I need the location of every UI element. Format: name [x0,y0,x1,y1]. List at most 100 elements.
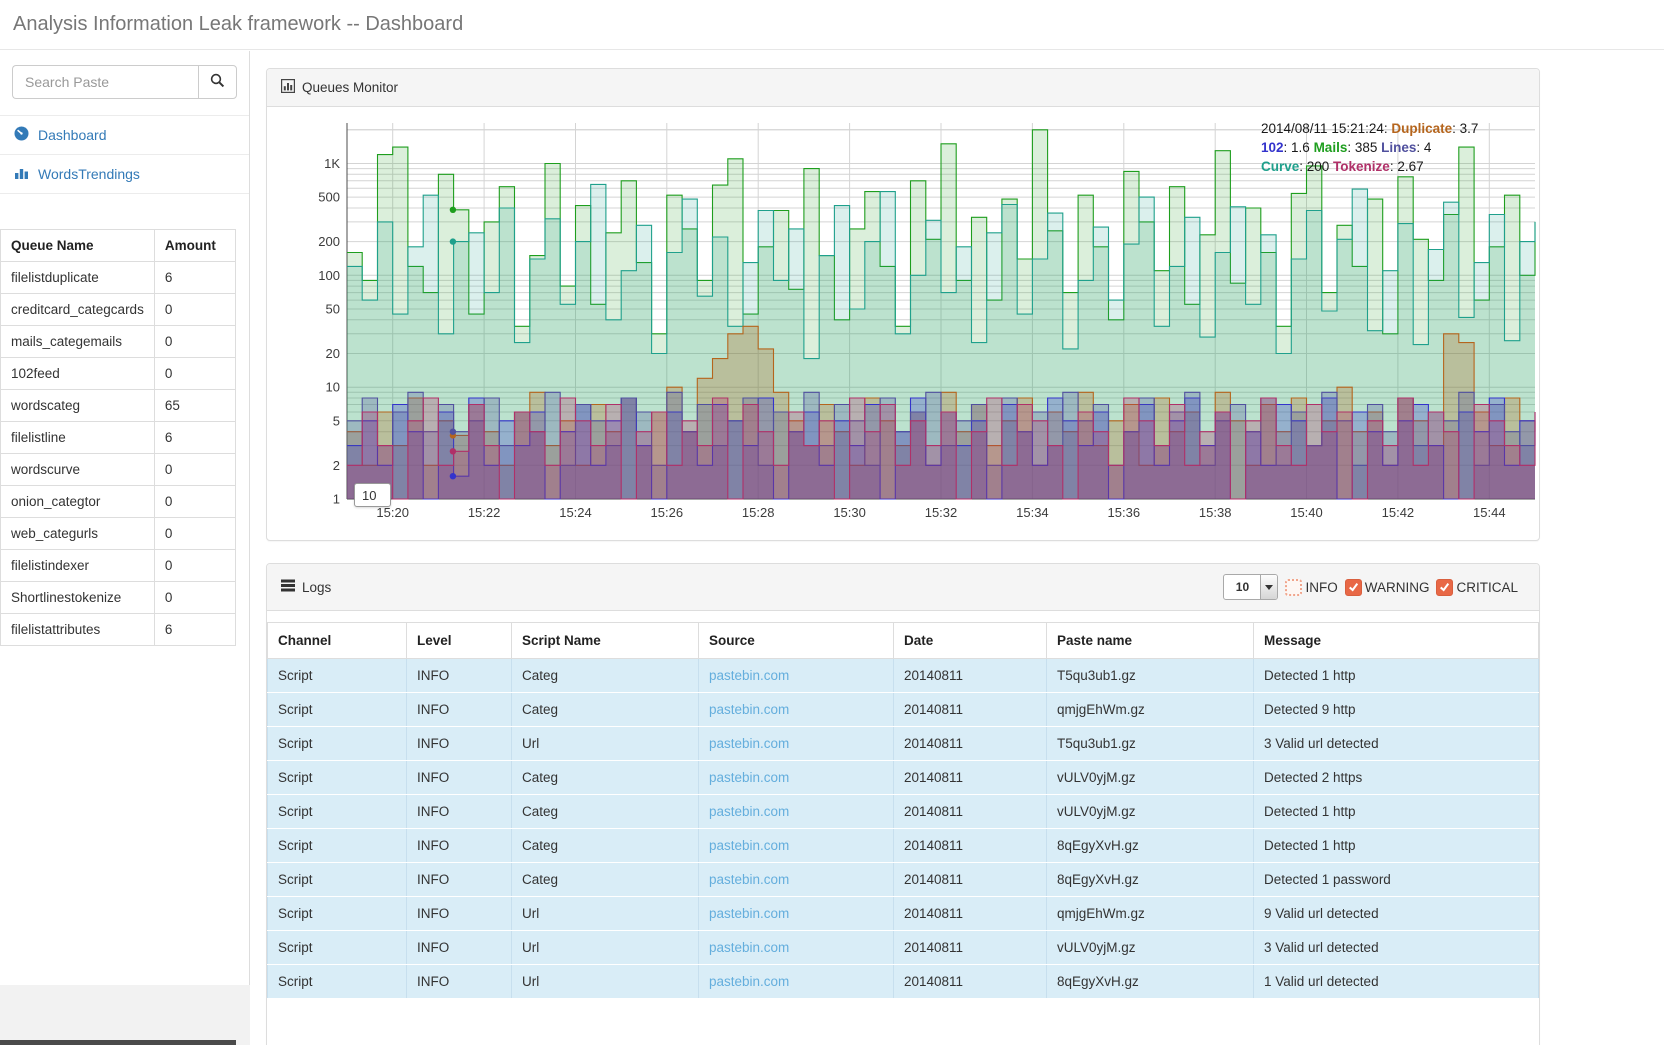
queue-amount-cell: 6 [154,422,235,454]
sidebar-item-label: Dashboard [38,127,107,143]
source-link[interactable]: pastebin.com [709,940,789,955]
y-axis-label: 200 [318,234,340,249]
logs-cell-date: 20140811 [894,897,1047,931]
queue-table-row: onion_categtor0 [1,486,236,518]
y-axis-label: 20 [326,346,340,361]
logs-cell-paste-name: vULV0yjM.gz [1047,931,1254,965]
logs-cell-source: pastebin.com [699,931,894,965]
top-bar: Analysis Information Leak framework -- D… [0,0,1664,50]
queue-name-cell: creditcard_categcards [1,294,155,326]
y-axis-label: 1 [333,492,340,507]
queue-name-cell: wordscateg [1,390,155,422]
logs-cell-paste-name: 8qEgyXvH.gz [1047,863,1254,897]
queue-table-row: creditcard_categcards0 [1,294,236,326]
filter-label-critical: CRITICAL [1456,580,1518,595]
y-axis-label: 50 [326,301,340,316]
x-axis-label: 15:40 [1290,505,1323,520]
sidebar-item-dashboard[interactable]: Dashboard [0,115,249,154]
logs-cell-source: pastebin.com [699,795,894,829]
logs-cell-source: pastebin.com [699,659,894,693]
logs-cell-source: pastebin.com [699,863,894,897]
source-link[interactable]: pastebin.com [709,872,789,887]
logs-cell-message: Detected 1 http [1254,795,1539,829]
source-link[interactable]: pastebin.com [709,668,789,683]
logs-table-row: ScriptINFOCategpastebin.com20140811vULV0… [268,795,1539,829]
legend-text: : 1.6 [1284,140,1314,155]
search-input[interactable] [12,65,198,99]
queue-table-header-row: Queue Name Amount [1,230,236,262]
source-link[interactable]: pastebin.com [709,974,789,989]
filter-checkbox-critical[interactable] [1436,579,1453,596]
check-icon [1439,582,1450,592]
logs-cell-paste-name: vULV0yjM.gz [1047,761,1254,795]
x-axis-label: 15:44 [1473,505,1506,520]
filter-label-warning: WARNING [1365,580,1430,595]
queue-table-row: 102feed0 [1,358,236,390]
sidebar-item-wordstrendings[interactable]: WordsTrendings [0,154,249,194]
logs-cell-message: Detected 1 http [1254,659,1539,693]
logs-cell-paste-name: qmjgEhWm.gz [1047,897,1254,931]
legend-text: : 385 [1347,140,1381,155]
source-link[interactable]: pastebin.com [709,804,789,819]
legend-series-mails: Mails [1314,140,1348,155]
filter-checkbox-warning[interactable] [1345,579,1362,596]
source-link[interactable]: pastebin.com [709,906,789,921]
logs-cell-script-name: Categ [512,795,699,829]
logs-cell-message: 9 Valid url detected [1254,897,1539,931]
main-content: Queues Monitor 15:2015:2215:2415:2615:28… [266,68,1540,1045]
sidebar-nav: Dashboard WordsTrendings [0,115,249,194]
logs-cell-level: INFO [407,863,512,897]
queue-table-header: Amount [154,230,235,262]
queue-table-row: filelistattributes6 [1,614,236,646]
x-axis-label: 15:38 [1199,505,1232,520]
logs-table: ChannelLevelScript NameSourceDatePaste n… [267,622,1539,999]
legend-text: : 200 [1299,159,1333,174]
logs-cell-source: pastebin.com [699,897,894,931]
logs-cell-date: 20140811 [894,863,1047,897]
x-axis-label: 15:26 [651,505,684,520]
logs-cell-message: Detected 9 http [1254,693,1539,727]
search-button[interactable] [198,65,237,99]
queue-name-cell: 102feed [1,358,155,390]
filter-checkbox-info[interactable] [1285,579,1302,596]
queue-amount-cell: 0 [154,550,235,582]
source-link[interactable]: pastebin.com [709,838,789,853]
legend-series-duplicate: Duplicate [1391,121,1452,136]
logs-cell-level: INFO [407,931,512,965]
logs-cell-date: 20140811 [894,693,1047,727]
queue-amount-cell: 0 [154,326,235,358]
logs-cell-script-name: Categ [512,761,699,795]
y-axis-label: 10 [326,380,340,395]
source-link[interactable]: pastebin.com [709,702,789,717]
queue-name-cell: Shortlinestokenize [1,582,155,614]
queue-table-row: filelistline6 [1,422,236,454]
logs-cell-level: INFO [407,965,512,999]
legend-series-102: 102 [1261,140,1284,155]
queues-monitor-header: Queues Monitor [267,69,1539,107]
logs-cell-date: 20140811 [894,761,1047,795]
page-size-select[interactable]: 10 [1223,574,1278,600]
logs-table-row: ScriptINFOCategpastebin.com20140811T5qu3… [268,659,1539,693]
logs-cell-channel: Script [268,931,407,965]
logs-column-header: Date [894,623,1047,659]
logs-cell-channel: Script [268,693,407,727]
logs-cell-message: 1 Valid url detected [1254,965,1539,999]
queues-monitor-panel: Queues Monitor 15:2015:2215:2415:2615:28… [266,68,1540,541]
logs-cell-channel: Script [268,795,407,829]
search-icon [210,73,225,91]
source-link[interactable]: pastebin.com [709,736,789,751]
logs-cell-message: 3 Valid url detected [1254,931,1539,965]
queue-amount-cell: 0 [154,518,235,550]
sidebar-item-label: WordsTrendings [38,166,140,182]
logs-cell-channel: Script [268,965,407,999]
legend-series-lines: Lines [1381,140,1416,155]
queue-table-row: filelistindexer0 [1,550,236,582]
queues-monitor-chart[interactable]: 15:2015:2215:2415:2615:2815:3015:3215:34… [267,107,1539,540]
logs-cell-paste-name: 8qEgyXvH.gz [1047,829,1254,863]
queue-table-row: Shortlinestokenize0 [1,582,236,614]
logs-column-header: Paste name [1047,623,1254,659]
source-link[interactable]: pastebin.com [709,770,789,785]
logs-cell-date: 20140811 [894,795,1047,829]
logs-column-header: Script Name [512,623,699,659]
logs-cell-script-name: Categ [512,659,699,693]
